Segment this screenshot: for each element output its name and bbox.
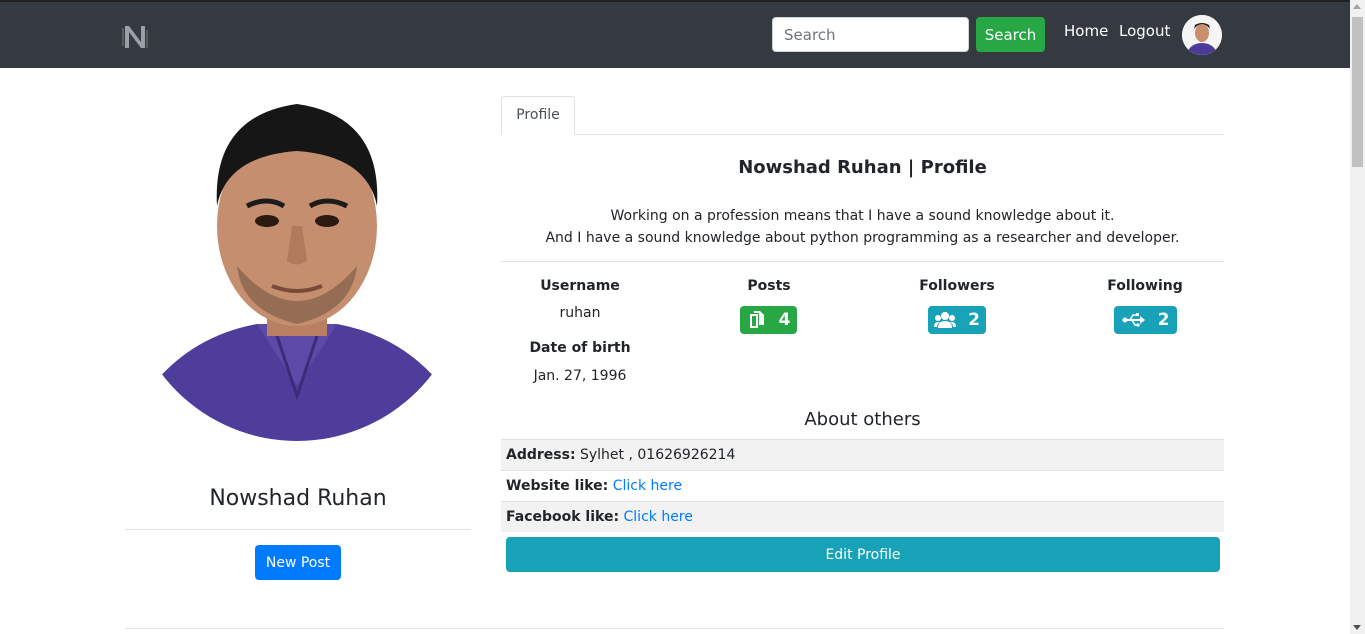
followers-label: Followers (919, 278, 995, 294)
bio-line: Working on a profession means that I hav… (610, 208, 1115, 224)
followers-count: 2 (968, 310, 980, 330)
copy-icon (749, 311, 764, 328)
nav-home-link[interactable]: Home (1064, 22, 1108, 40)
bio: Working on a profession means that I hav… (501, 205, 1224, 249)
usb-icon (1122, 313, 1145, 327)
divider (501, 261, 1224, 262)
scroll-down-icon[interactable] (1353, 625, 1361, 630)
address-value: Sylhet , 01626926214 (580, 447, 736, 463)
address-label: Address: (506, 447, 576, 463)
website-label: Website like: (506, 478, 609, 494)
username-value: ruhan (559, 305, 601, 321)
facebook-label: Facebook like: (506, 509, 620, 525)
dob-value: Jan. 27, 1996 (533, 368, 627, 384)
posts-count: 4 (778, 310, 791, 330)
scroll-up-icon[interactable] (1353, 4, 1361, 9)
new-post-button[interactable]: New Post (255, 545, 341, 580)
facebook-link[interactable]: Click here (624, 509, 693, 525)
divider (125, 529, 471, 530)
following-badge[interactable]: 2 (1114, 306, 1177, 334)
search-button[interactable]: Search (976, 17, 1045, 52)
about-heading: About others (804, 409, 921, 430)
tab-profile[interactable]: Profile (501, 96, 575, 135)
dob-label: Date of birth (529, 340, 631, 356)
page-title: Nowshad Ruhan | Profile (738, 157, 987, 178)
footer-divider (125, 628, 1224, 629)
website-link[interactable]: Click here (613, 478, 682, 494)
page-scrollbar[interactable] (1350, 0, 1365, 634)
website-row: Website like: Click here (501, 470, 1224, 501)
profile-name: Nowshad Ruhan (209, 486, 387, 511)
avatar[interactable] (1182, 15, 1222, 55)
posts-badge[interactable]: 4 (740, 306, 797, 334)
followers-badge[interactable]: 2 (928, 306, 986, 334)
edit-profile-button[interactable]: Edit Profile (506, 537, 1220, 572)
following-label: Following (1107, 278, 1183, 294)
tab-bar (501, 134, 1224, 135)
nav-logout-link[interactable]: Logout (1119, 22, 1170, 40)
scrollbar-thumb[interactable] (1352, 17, 1363, 167)
profile-photo (152, 96, 442, 442)
search-input[interactable] (772, 17, 969, 52)
facebook-row: Facebook like: Click here (501, 501, 1224, 532)
username-label: Username (540, 278, 620, 294)
posts-label: Posts (747, 278, 791, 294)
logo-icon[interactable] (120, 22, 150, 52)
address-row: Address: Sylhet , 01626926214 (501, 439, 1224, 470)
users-icon (934, 312, 957, 328)
top-navbar: Search Home Logout (0, 0, 1350, 68)
following-count: 2 (1157, 310, 1170, 330)
bio-line: And I have a sound knowledge about pytho… (545, 230, 1180, 246)
